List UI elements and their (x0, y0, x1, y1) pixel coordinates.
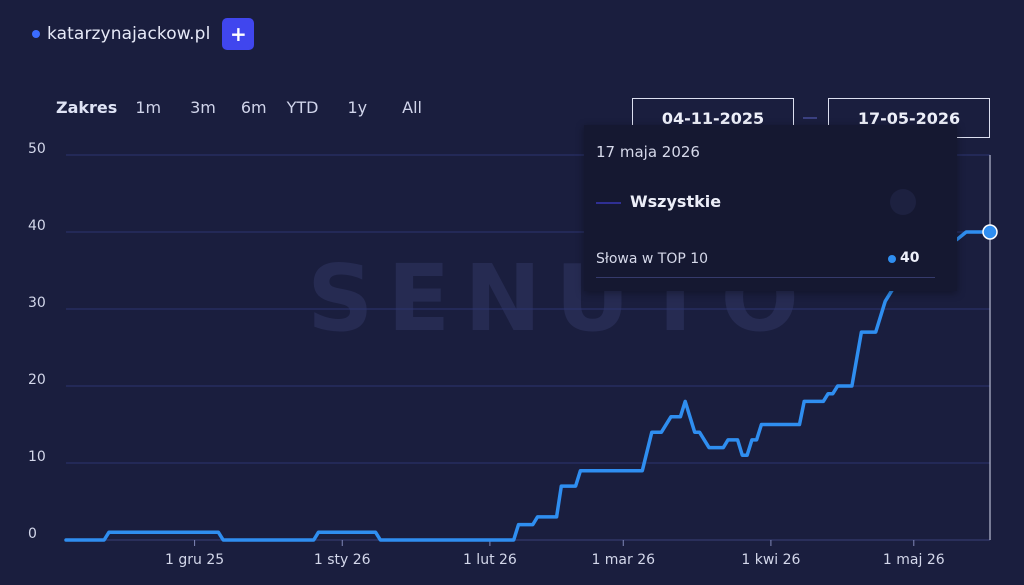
y-tick-label: 50 (28, 141, 46, 157)
date-range-separator (803, 117, 817, 119)
x-tick-label: 1 sty 26 (314, 552, 371, 568)
x-tick-label: 1 lut 26 (463, 552, 517, 568)
tooltip-series-line (596, 202, 621, 204)
y-tick-label: 30 (28, 295, 46, 311)
y-tick-label: 10 (28, 449, 46, 465)
tooltip-metric-label: Słowa w TOP 10 (596, 251, 709, 267)
chart-tooltip: 17 maja 2026 Wszystkie Słowa w TOP 10 40 (584, 125, 957, 291)
tooltip-divider (596, 277, 935, 278)
tooltip-metric-value: 40 (900, 250, 920, 266)
line-chart: SENUTO010203040501 gru 25 1 sty 26 1 lut 2… (28, 141, 998, 568)
y-tick-label: 20 (28, 372, 46, 388)
x-tick-label: 1 maj 26 (883, 552, 945, 568)
y-tick-label: 40 (28, 218, 46, 234)
x-tick-label: 1 gru 25 (165, 552, 224, 568)
tooltip-value-dot (888, 255, 896, 263)
tooltip-series-name: Wszystkie (630, 192, 722, 211)
series-icon (890, 189, 916, 215)
y-tick-label: 0 (28, 526, 37, 542)
x-tick-label: 1 mar 26 (591, 552, 655, 568)
x-tick-label: 1 kwi 26 (741, 552, 800, 568)
data-point-marker (982, 224, 998, 240)
tooltip-date: 17 maja 2026 (596, 143, 700, 161)
